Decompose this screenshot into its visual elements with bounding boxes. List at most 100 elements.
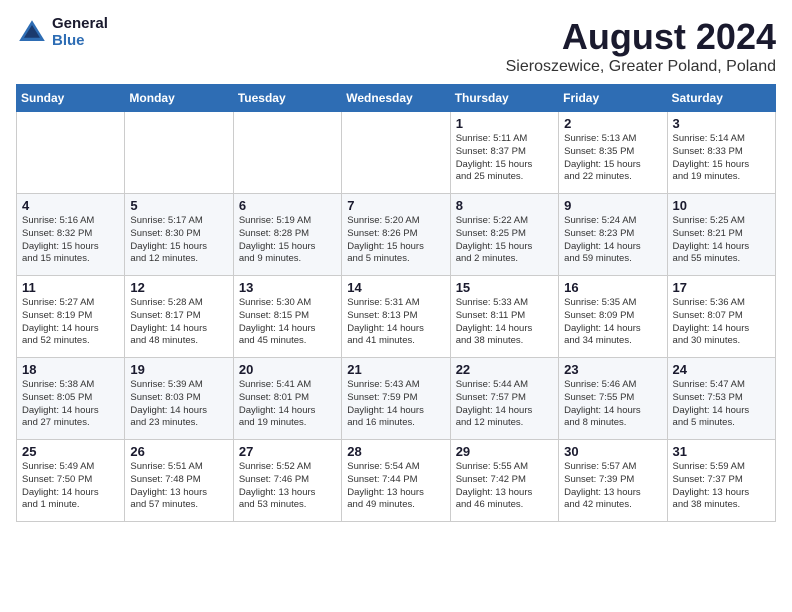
header-sunday: Sunday (17, 85, 125, 112)
week-row-3: 18 Sunrise: 5:38 AMSunset: 8:05 PMDayligh… (17, 358, 776, 440)
day-info: Sunrise: 5:16 AMSunset: 8:32 PMDaylight:… (22, 215, 119, 266)
day-number: 5 (130, 198, 227, 213)
day-number: 30 (564, 444, 661, 459)
day-info: Sunrise: 5:47 AMSunset: 7:53 PMDaylight:… (673, 379, 770, 430)
day-info: Sunrise: 5:17 AMSunset: 8:30 PMDaylight:… (130, 215, 227, 266)
title-area: August 2024 Sieroszewice, Greater Poland… (506, 16, 776, 76)
day-cell: 18 Sunrise: 5:38 AMSunset: 8:05 PMDayligh… (17, 358, 125, 440)
day-cell: 8 Sunrise: 5:22 AMSunset: 8:25 PMDaylight… (450, 194, 558, 276)
day-info: Sunrise: 5:35 AMSunset: 8:09 PMDaylight:… (564, 297, 661, 348)
day-info: Sunrise: 5:28 AMSunset: 8:17 PMDaylight:… (130, 297, 227, 348)
day-info: Sunrise: 5:55 AMSunset: 7:42 PMDaylight:… (456, 461, 553, 512)
day-number: 15 (456, 280, 553, 295)
day-number: 24 (673, 362, 770, 377)
day-number: 28 (347, 444, 444, 459)
day-cell: 11 Sunrise: 5:27 AMSunset: 8:19 PMDayligh… (17, 276, 125, 358)
header-monday: Monday (125, 85, 233, 112)
day-info: Sunrise: 5:27 AMSunset: 8:19 PMDaylight:… (22, 297, 119, 348)
day-cell (17, 112, 125, 194)
logo-general-label: General (52, 16, 108, 33)
day-cell: 19 Sunrise: 5:39 AMSunset: 8:03 PMDayligh… (125, 358, 233, 440)
day-info: Sunrise: 5:22 AMSunset: 8:25 PMDaylight:… (456, 215, 553, 266)
day-info: Sunrise: 5:38 AMSunset: 8:05 PMDaylight:… (22, 379, 119, 430)
day-cell (125, 112, 233, 194)
day-info: Sunrise: 5:30 AMSunset: 8:15 PMDaylight:… (239, 297, 336, 348)
day-info: Sunrise: 5:31 AMSunset: 8:13 PMDaylight:… (347, 297, 444, 348)
day-info: Sunrise: 5:51 AMSunset: 7:48 PMDaylight:… (130, 461, 227, 512)
day-info: Sunrise: 5:11 AMSunset: 8:37 PMDaylight:… (456, 133, 553, 184)
day-number: 26 (130, 444, 227, 459)
day-cell: 22Sunrise: 5:44 AMSunset: 7:57 PMDayligh… (450, 358, 558, 440)
day-cell: 1 Sunrise: 5:11 AMSunset: 8:37 PMDaylight… (450, 112, 558, 194)
day-cell: 5 Sunrise: 5:17 AMSunset: 8:30 PMDaylight… (125, 194, 233, 276)
day-number: 6 (239, 198, 336, 213)
day-cell: 28 Sunrise: 5:54 AMSunset: 7:44 PMDayligh… (342, 440, 450, 522)
day-number: 29 (456, 444, 553, 459)
day-info: Sunrise: 5:39 AMSunset: 8:03 PMDaylight:… (130, 379, 227, 430)
day-cell: 3 Sunrise: 5:14 AMSunset: 8:33 PMDaylight… (667, 112, 775, 194)
day-info: Sunrise: 5:14 AMSunset: 8:33 PMDaylight:… (673, 133, 770, 184)
day-cell (342, 112, 450, 194)
day-cell: 7Sunrise: 5:20 AMSunset: 8:26 PMDaylight… (342, 194, 450, 276)
day-cell: 16 Sunrise: 5:35 AMSunset: 8:09 PMDayligh… (559, 276, 667, 358)
day-cell: 12 Sunrise: 5:28 AMSunset: 8:17 PMDayligh… (125, 276, 233, 358)
main-title: August 2024 (506, 16, 776, 58)
day-number: 9 (564, 198, 661, 213)
day-number: 20 (239, 362, 336, 377)
day-info: Sunrise: 5:24 AMSunset: 8:23 PMDaylight:… (564, 215, 661, 266)
header-wednesday: Wednesday (342, 85, 450, 112)
header-row: SundayMondayTuesdayWednesdayThursdayFrid… (17, 85, 776, 112)
day-number: 25 (22, 444, 119, 459)
subtitle: Sieroszewice, Greater Poland, Poland (506, 58, 776, 76)
day-number: 2 (564, 116, 661, 131)
day-cell: 21Sunrise: 5:43 AMSunset: 7:59 PMDayligh… (342, 358, 450, 440)
day-number: 16 (564, 280, 661, 295)
day-number: 11 (22, 280, 119, 295)
day-number: 8 (456, 198, 553, 213)
day-number: 31 (673, 444, 770, 459)
day-cell: 31 Sunrise: 5:59 AMSunset: 7:37 PMDayligh… (667, 440, 775, 522)
day-info: Sunrise: 5:59 AMSunset: 7:37 PMDaylight:… (673, 461, 770, 512)
week-row-2: 11 Sunrise: 5:27 AMSunset: 8:19 PMDayligh… (17, 276, 776, 358)
day-info: Sunrise: 5:25 AMSunset: 8:21 PMDaylight:… (673, 215, 770, 266)
day-number: 4 (22, 198, 119, 213)
logo-blue-label: Blue (52, 33, 108, 50)
day-cell: 25Sunrise: 5:49 AMSunset: 7:50 PMDayligh… (17, 440, 125, 522)
header: General Blue August 2024 Sieroszewice, G… (16, 16, 776, 76)
day-number: 18 (22, 362, 119, 377)
day-number: 13 (239, 280, 336, 295)
day-cell: 10 Sunrise: 5:25 AMSunset: 8:21 PMDayligh… (667, 194, 775, 276)
calendar-table: SundayMondayTuesdayWednesdayThursdayFrid… (16, 84, 776, 522)
day-info: Sunrise: 5:36 AMSunset: 8:07 PMDaylight:… (673, 297, 770, 348)
day-cell: 2 Sunrise: 5:13 AMSunset: 8:35 PMDaylight… (559, 112, 667, 194)
header-tuesday: Tuesday (233, 85, 341, 112)
day-cell: 17Sunrise: 5:36 AMSunset: 8:07 PMDayligh… (667, 276, 775, 358)
day-number: 19 (130, 362, 227, 377)
day-info: Sunrise: 5:46 AMSunset: 7:55 PMDaylight:… (564, 379, 661, 430)
calendar-body: 1 Sunrise: 5:11 AMSunset: 8:37 PMDaylight… (17, 112, 776, 522)
day-number: 10 (673, 198, 770, 213)
day-number: 22 (456, 362, 553, 377)
day-info: Sunrise: 5:52 AMSunset: 7:46 PMDaylight:… (239, 461, 336, 512)
day-number: 14 (347, 280, 444, 295)
day-cell: 14 Sunrise: 5:31 AMSunset: 8:13 PMDayligh… (342, 276, 450, 358)
day-cell (233, 112, 341, 194)
day-cell: 4 Sunrise: 5:16 AMSunset: 8:32 PMDaylight… (17, 194, 125, 276)
logo-text: General Blue (52, 16, 108, 49)
day-number: 12 (130, 280, 227, 295)
day-info: Sunrise: 5:57 AMSunset: 7:39 PMDaylight:… (564, 461, 661, 512)
week-row-4: 25Sunrise: 5:49 AMSunset: 7:50 PMDayligh… (17, 440, 776, 522)
week-row-0: 1 Sunrise: 5:11 AMSunset: 8:37 PMDaylight… (17, 112, 776, 194)
day-cell: 24 Sunrise: 5:47 AMSunset: 7:53 PMDayligh… (667, 358, 775, 440)
day-number: 27 (239, 444, 336, 459)
day-cell: 13 Sunrise: 5:30 AMSunset: 8:15 PMDayligh… (233, 276, 341, 358)
day-number: 1 (456, 116, 553, 131)
day-info: Sunrise: 5:54 AMSunset: 7:44 PMDaylight:… (347, 461, 444, 512)
day-number: 3 (673, 116, 770, 131)
day-info: Sunrise: 5:43 AMSunset: 7:59 PMDaylight:… (347, 379, 444, 430)
header-thursday: Thursday (450, 85, 558, 112)
calendar-header: SundayMondayTuesdayWednesdayThursdayFrid… (17, 85, 776, 112)
day-cell: 20Sunrise: 5:41 AMSunset: 8:01 PMDayligh… (233, 358, 341, 440)
day-info: Sunrise: 5:13 AMSunset: 8:35 PMDaylight:… (564, 133, 661, 184)
logo-icon (16, 17, 48, 49)
